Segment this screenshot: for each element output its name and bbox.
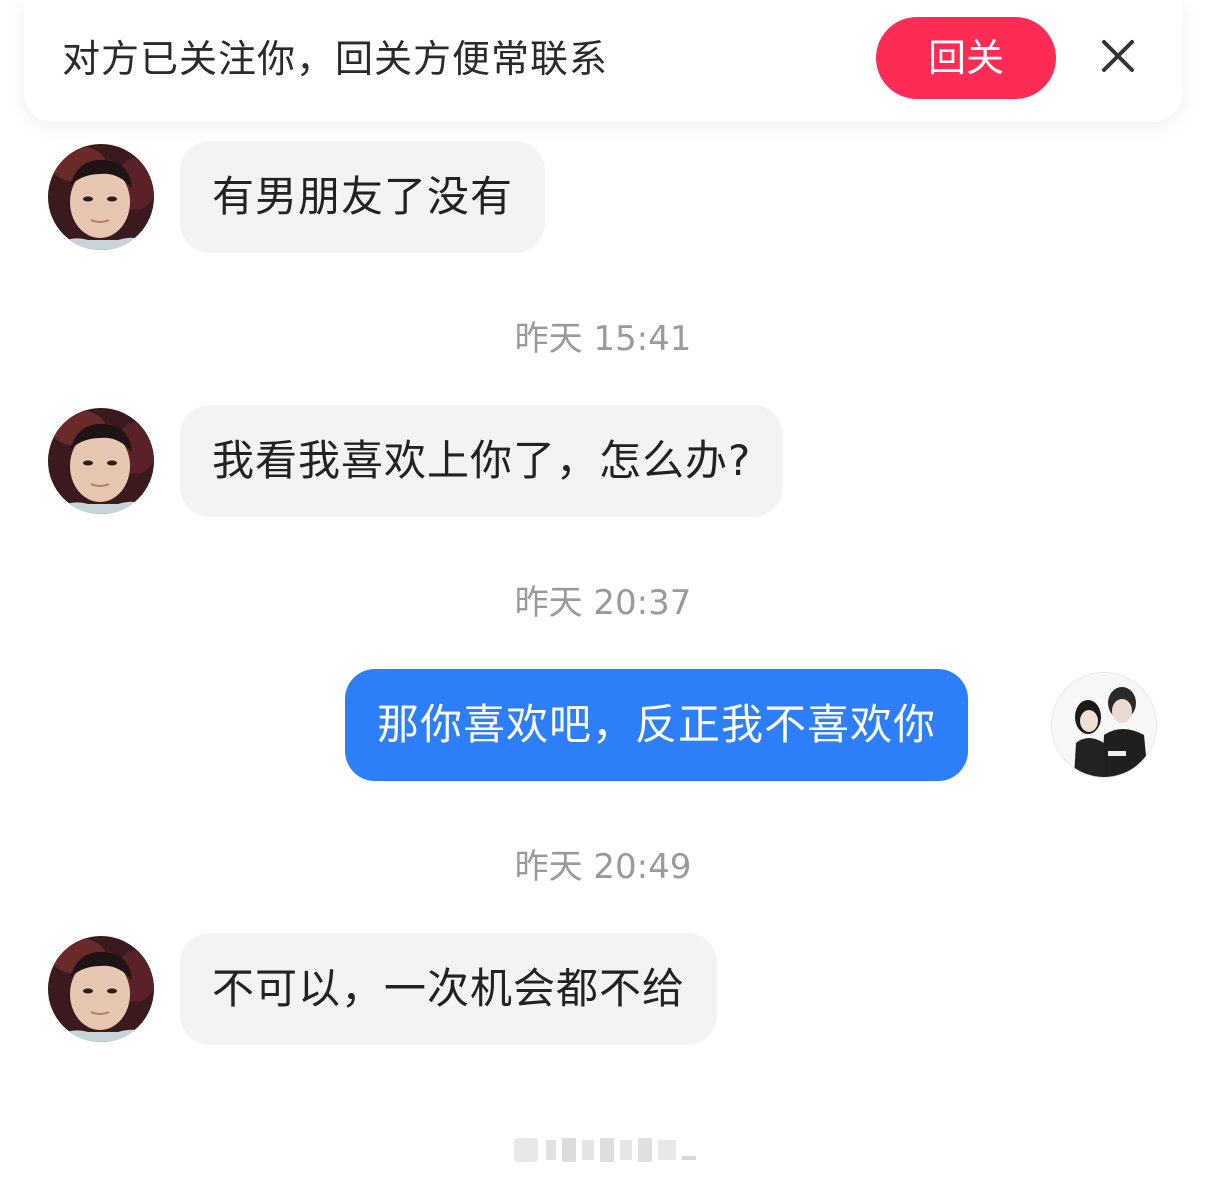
banner-message: 对方已关注你，回关方便常联系	[62, 37, 609, 81]
sender-avatar[interactable]	[48, 936, 154, 1042]
incoming-message-bubble[interactable]: 我看我喜欢上你了，怎么办?	[180, 405, 784, 517]
sender-avatar[interactable]	[48, 408, 154, 514]
close-icon[interactable]	[1098, 36, 1138, 76]
outgoing-message-bubble[interactable]: 那你喜欢吧，反正我不喜欢你	[345, 669, 969, 781]
my-avatar[interactable]	[1051, 672, 1157, 778]
sender-avatar[interactable]	[48, 144, 154, 250]
chat-screen: 对方已关注你，回关方便常联系 回关 有男朋友了没有 昨天 15:41 我看我喜欢…	[0, 0, 1206, 1177]
incoming-message-bubble[interactable]: 不可以，一次机会都不给	[180, 933, 718, 1045]
watermark	[512, 1132, 700, 1166]
message-timestamp: 昨天 20:37	[514, 583, 692, 623]
incoming-message-bubble[interactable]: 有男朋友了没有	[180, 141, 546, 253]
message-timestamp: 昨天 15:41	[514, 319, 692, 359]
follow-back-banner: 对方已关注你，回关方便常联系 回关	[24, 0, 1182, 122]
follow-back-button[interactable]: 回关	[876, 17, 1056, 99]
message-timestamp: 昨天 20:49	[514, 847, 692, 887]
